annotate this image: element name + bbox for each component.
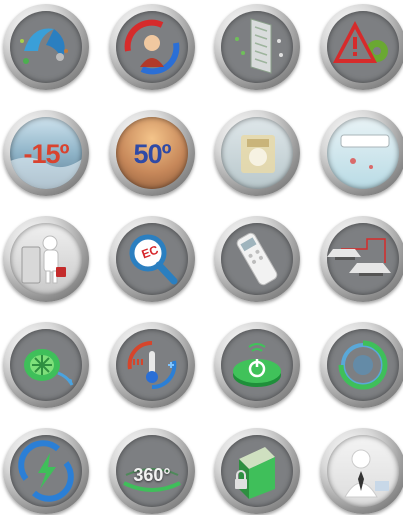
air-purification-icon	[20, 28, 68, 64]
badge-rotation-360[interactable]: 360°	[109, 428, 195, 514]
secure-lock-icon	[235, 447, 275, 499]
wall-unit-icon	[340, 134, 390, 169]
badge-service-engineer[interactable]	[3, 216, 89, 302]
badge-high-temperature[interactable]: 50º	[109, 110, 195, 196]
badge-remote-control[interactable]	[214, 216, 300, 302]
remote-control-icon	[236, 232, 278, 286]
power-button-icon	[233, 343, 281, 387]
cassette-units-icon	[327, 238, 391, 276]
swing-airflow-icon	[124, 19, 180, 75]
badge-swing-airflow[interactable]	[109, 4, 195, 90]
badge-indoor-unit-display[interactable]	[214, 110, 300, 196]
energy-cycle-icon	[18, 440, 74, 502]
temperature-cycle-icon	[127, 340, 177, 390]
filter-panel-icon	[235, 18, 283, 74]
rotation-360-label: 360°	[133, 465, 171, 485]
badge-wall-unit[interactable]	[320, 110, 403, 196]
indoor-unit-display-icon	[241, 135, 275, 173]
badge-warning-gear[interactable]	[320, 4, 403, 90]
badge-power-button[interactable]	[214, 322, 300, 408]
warning-gear-icon	[333, 21, 388, 63]
rotation-disc-icon	[338, 340, 388, 390]
badge-rotation-disc[interactable]	[320, 322, 403, 408]
badge-filter-panel[interactable]	[214, 4, 300, 90]
magnifier-icon	[129, 234, 178, 285]
badge-low-temperature[interactable]: -15º	[3, 110, 89, 196]
fan-wash-icon	[24, 349, 74, 386]
badge-energy-cycle[interactable]	[3, 428, 89, 514]
badge-secure-lock[interactable]	[214, 428, 300, 514]
high-temperature-label: 50º	[133, 139, 172, 169]
badge-error-code-search[interactable]: EC	[109, 216, 195, 302]
badge-fan-wash[interactable]	[3, 322, 89, 408]
low-temperature-label: -15º	[23, 139, 70, 169]
badge-air-purification[interactable]	[3, 4, 89, 90]
service-engineer-icon	[21, 235, 66, 284]
badge-cassette-units[interactable]	[320, 216, 403, 302]
business-person-icon	[344, 449, 389, 498]
badge-business-person[interactable]	[320, 428, 403, 514]
badge-temperature-cycle[interactable]	[109, 322, 195, 408]
